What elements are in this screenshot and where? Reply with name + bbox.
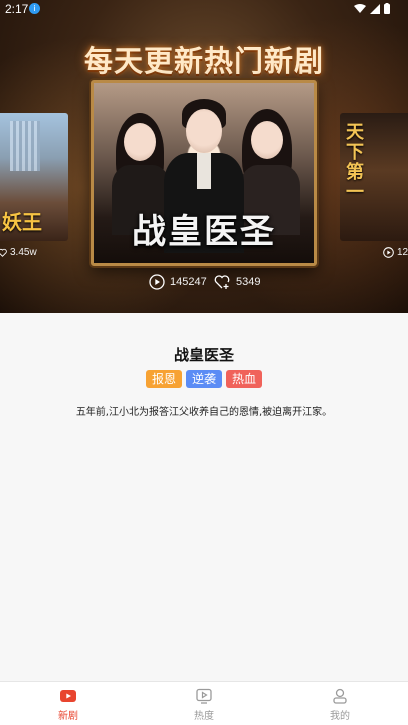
center-play-count: 145247 — [170, 276, 207, 288]
figure-face — [186, 109, 222, 153]
figure-face — [251, 121, 283, 159]
user-profile-icon — [333, 688, 347, 704]
tag-list: 报恩 逆袭 热血 — [0, 370, 408, 388]
heart-plus-icon — [0, 248, 7, 257]
left-like-count: 3.45w — [10, 247, 37, 258]
nav-item-mine[interactable]: 我的 — [272, 682, 408, 725]
system-icons — [354, 3, 390, 14]
poster-left[interactable]: 妖王 — [0, 113, 68, 241]
poster-right[interactable]: 天下第一 — [340, 113, 408, 241]
battery-icon — [384, 3, 390, 14]
play-circle-icon — [149, 274, 165, 290]
bottom-nav: 新剧 热度 我的 — [0, 681, 408, 725]
hero-banner: 2:17 i 每天更新热门新剧 妖王 3.45w 战皇医圣 145247 534… — [0, 0, 408, 313]
center-play-stat: 145247 — [149, 274, 207, 290]
signal-icon — [370, 3, 380, 14]
tv-play-icon — [196, 688, 212, 704]
poster-center[interactable]: 战皇医圣 — [91, 80, 317, 266]
drama-description: 五年前,江小北为报答江父收养自己的恩情,被迫离开江家。 — [75, 407, 333, 418]
notification-icon: i — [29, 3, 40, 14]
tag-badge[interactable]: 逆袭 — [185, 370, 222, 388]
status-time: 2:17 — [5, 2, 29, 16]
nav-label: 我的 — [330, 711, 350, 722]
center-like-stat: 5349 — [214, 274, 260, 290]
play-circle-icon — [383, 247, 394, 258]
nav-label: 热度 — [194, 711, 214, 722]
drama-title: 战皇医圣 — [173, 346, 234, 364]
center-like-count: 5349 — [236, 276, 261, 288]
poster-right-title: 天下第一 — [346, 122, 364, 203]
poster-center-title: 战皇医圣 — [132, 212, 276, 252]
status-bar: 2:17 i — [0, 0, 408, 18]
nav-item-popular[interactable]: 热度 — [136, 682, 272, 725]
tag-badge[interactable]: 报恩 — [145, 370, 182, 388]
banner-title: 每天更新热门新剧 — [83, 44, 324, 78]
play-video-icon — [60, 690, 76, 702]
figure-shirt — [197, 153, 211, 189]
nav-item-new-drama[interactable]: 新剧 — [0, 682, 136, 725]
tag-badge[interactable]: 热血 — [226, 370, 263, 388]
poster-left-title: 妖王 — [2, 210, 42, 234]
nav-label: 新剧 — [58, 711, 78, 722]
left-like-stat: 3.45w — [0, 247, 37, 258]
building-graphic — [10, 121, 40, 171]
wifi-icon — [354, 3, 366, 13]
right-play-count: 125 — [397, 247, 408, 258]
right-play-stat: 125 — [383, 247, 408, 258]
heart-plus-icon — [214, 275, 230, 289]
figure-face — [124, 123, 156, 161]
